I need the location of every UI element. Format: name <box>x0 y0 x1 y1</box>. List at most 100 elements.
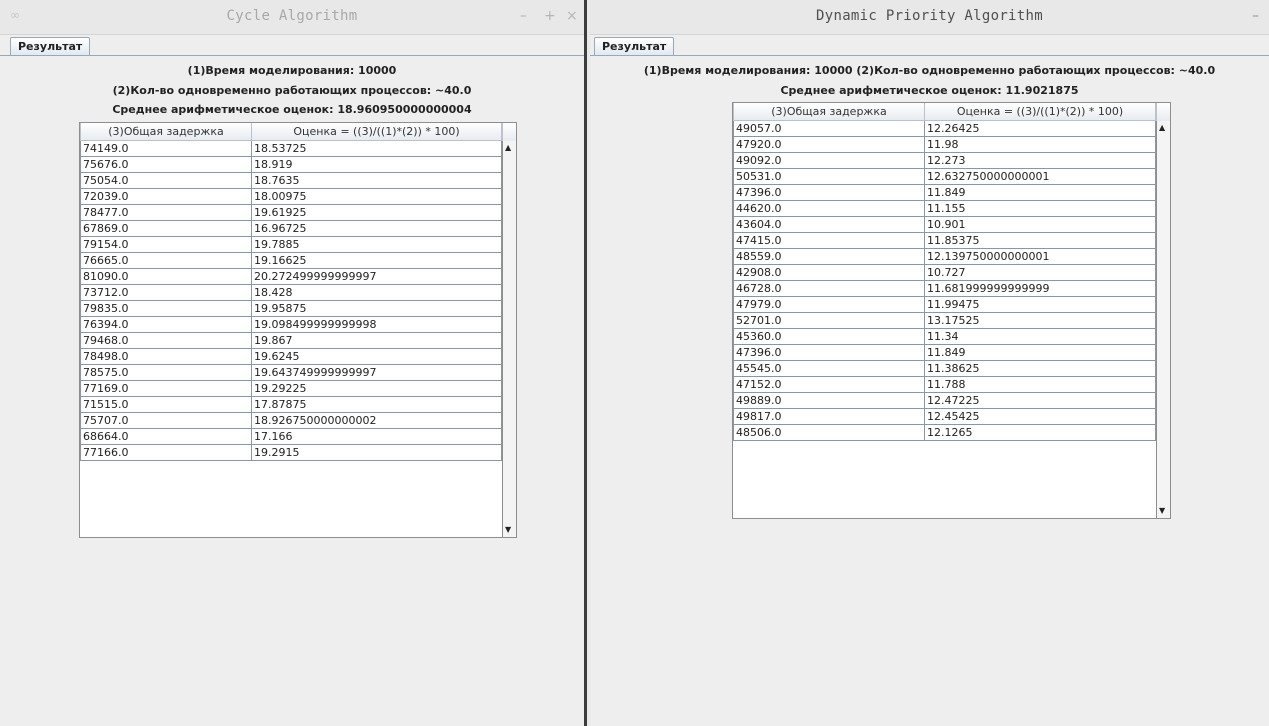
table-row[interactable]: 81090.0 20.272499999999997 <box>80 268 502 285</box>
table-row[interactable]: 67869.0 16.96725 <box>80 220 502 237</box>
delay-cell[interactable]: 81090.0 <box>80 268 252 285</box>
column-header-score[interactable]: Оценка = ((3)/((1)*(2)) * 100) <box>924 103 1156 121</box>
tab-result[interactable]: Результат <box>10 37 91 56</box>
table-row[interactable]: 76394.0 19.098499999999998 <box>80 316 502 333</box>
score-cell[interactable]: 18.428 <box>251 284 502 301</box>
table-row[interactable]: 48559.0 12.139750000000001 <box>733 248 1156 265</box>
table-row[interactable]: 45545.0 11.38625 <box>733 360 1156 377</box>
table-row[interactable]: 72039.0 18.00975 <box>80 188 502 205</box>
table-row[interactable]: 47396.0 11.849 <box>733 344 1156 361</box>
score-cell[interactable]: 19.29225 <box>251 380 502 397</box>
close-icon[interactable]: × <box>566 8 578 24</box>
score-cell[interactable]: 13.17525 <box>924 312 1156 329</box>
table-row[interactable]: 77169.0 19.29225 <box>80 380 502 397</box>
delay-cell[interactable]: 47396.0 <box>733 184 925 201</box>
delay-cell[interactable]: 79468.0 <box>80 332 252 349</box>
delay-cell[interactable]: 47396.0 <box>733 344 925 361</box>
score-cell[interactable]: 11.788 <box>924 376 1156 393</box>
delay-cell[interactable]: 50531.0 <box>733 168 925 185</box>
column-header-delay[interactable]: (3)Общая задержка <box>80 123 252 141</box>
delay-cell[interactable]: 45360.0 <box>733 328 925 345</box>
score-cell[interactable]: 19.61925 <box>251 204 502 221</box>
table-row[interactable]: 75054.0 18.7635 <box>80 172 502 189</box>
score-cell[interactable]: 10.727 <box>924 264 1156 281</box>
delay-cell[interactable]: 47979.0 <box>733 296 925 313</box>
score-cell[interactable]: 19.098499999999998 <box>251 316 502 333</box>
score-cell[interactable]: 11.99475 <box>924 296 1156 313</box>
score-cell[interactable]: 11.98 <box>924 136 1156 153</box>
table-row[interactable]: 77166.0 19.2915 <box>80 444 502 461</box>
table-row[interactable]: 49092.0 12.273 <box>733 152 1156 169</box>
score-cell[interactable]: 12.139750000000001 <box>924 248 1156 265</box>
table-row[interactable]: 79154.0 19.7885 <box>80 236 502 253</box>
table-row[interactable]: 47396.0 11.849 <box>733 184 1156 201</box>
table-row[interactable]: 45360.0 11.34 <box>733 328 1156 345</box>
maximize-icon[interactable]: + <box>544 8 556 24</box>
delay-cell[interactable]: 71515.0 <box>80 396 252 413</box>
score-cell[interactable]: 19.867 <box>251 332 502 349</box>
table-row[interactable]: 48506.0 12.1265 <box>733 424 1156 441</box>
score-cell[interactable]: 19.7885 <box>251 236 502 253</box>
table-row[interactable]: 78575.0 19.643749999999997 <box>80 364 502 381</box>
table-row[interactable]: 79468.0 19.867 <box>80 332 502 349</box>
delay-cell[interactable]: 77169.0 <box>80 380 252 397</box>
delay-cell[interactable]: 79835.0 <box>80 300 252 317</box>
delay-cell[interactable]: 76394.0 <box>80 316 252 333</box>
score-cell[interactable]: 12.1265 <box>924 424 1156 441</box>
delay-cell[interactable]: 75054.0 <box>80 172 252 189</box>
score-cell[interactable]: 18.919 <box>251 156 502 173</box>
table-row[interactable]: 47979.0 11.99475 <box>733 296 1156 313</box>
delay-cell[interactable]: 47152.0 <box>733 376 925 393</box>
score-cell[interactable]: 11.849 <box>924 184 1156 201</box>
table-row[interactable]: 78498.0 19.6245 <box>80 348 502 365</box>
delay-cell[interactable]: 72039.0 <box>80 188 252 205</box>
vertical-scrollbar[interactable]: ▲ ▼ <box>1156 121 1170 518</box>
table-row[interactable]: 75707.0 18.926750000000002 <box>80 412 502 429</box>
vertical-scrollbar[interactable]: ▲ ▼ <box>502 141 516 537</box>
score-cell[interactable]: 19.2915 <box>251 444 502 461</box>
delay-cell[interactable]: 73712.0 <box>80 284 252 301</box>
delay-cell[interactable]: 47415.0 <box>733 232 925 249</box>
delay-cell[interactable]: 78477.0 <box>80 204 252 221</box>
score-cell[interactable]: 11.38625 <box>924 360 1156 377</box>
table-row[interactable]: 47152.0 11.788 <box>733 376 1156 393</box>
table-row[interactable]: 71515.0 17.87875 <box>80 396 502 413</box>
table-row[interactable]: 47920.0 11.98 <box>733 136 1156 153</box>
scroll-down-icon[interactable]: ▼ <box>1159 506 1165 516</box>
delay-cell[interactable]: 45545.0 <box>733 360 925 377</box>
table-row[interactable]: 49889.0 12.47225 <box>733 392 1156 409</box>
score-cell[interactable]: 10.901 <box>924 216 1156 233</box>
minimize-icon[interactable]: – <box>520 8 527 24</box>
table-row[interactable]: 43604.0 10.901 <box>733 216 1156 233</box>
delay-cell[interactable]: 74149.0 <box>80 140 252 157</box>
delay-cell[interactable]: 78575.0 <box>80 364 252 381</box>
scroll-up-icon[interactable]: ▲ <box>1159 123 1165 133</box>
column-header-score[interactable]: Оценка = ((3)/((1)*(2)) * 100) <box>251 123 502 141</box>
table-row[interactable]: 44620.0 11.155 <box>733 200 1156 217</box>
score-cell[interactable]: 11.85375 <box>924 232 1156 249</box>
results-table[interactable]: (3)Общая задержка Оценка = ((3)/((1)*(2)… <box>732 102 1171 519</box>
delay-cell[interactable]: 47920.0 <box>733 136 925 153</box>
table-row[interactable]: 50531.0 12.632750000000001 <box>733 168 1156 185</box>
delay-cell[interactable]: 46728.0 <box>733 280 925 297</box>
score-cell[interactable]: 12.632750000000001 <box>924 168 1156 185</box>
score-cell[interactable]: 19.643749999999997 <box>251 364 502 381</box>
table-row[interactable]: 47415.0 11.85375 <box>733 232 1156 249</box>
table-row[interactable]: 46728.0 11.681999999999999 <box>733 280 1156 297</box>
score-cell[interactable]: 17.87875 <box>251 396 502 413</box>
delay-cell[interactable]: 49817.0 <box>733 408 925 425</box>
table-row[interactable]: 52701.0 13.17525 <box>733 312 1156 329</box>
score-cell[interactable]: 17.166 <box>251 428 502 445</box>
title-bar[interactable]: Dynamic Priority Algorithm – <box>590 0 1269 35</box>
score-cell[interactable]: 20.272499999999997 <box>251 268 502 285</box>
table-row[interactable]: 79835.0 19.95875 <box>80 300 502 317</box>
delay-cell[interactable]: 49889.0 <box>733 392 925 409</box>
score-cell[interactable]: 12.26425 <box>924 120 1156 137</box>
delay-cell[interactable]: 43604.0 <box>733 216 925 233</box>
delay-cell[interactable]: 52701.0 <box>733 312 925 329</box>
score-cell[interactable]: 19.16625 <box>251 252 502 269</box>
scroll-down-icon[interactable]: ▼ <box>505 525 511 535</box>
score-cell[interactable]: 18.7635 <box>251 172 502 189</box>
delay-cell[interactable]: 44620.0 <box>733 200 925 217</box>
score-cell[interactable]: 18.00975 <box>251 188 502 205</box>
